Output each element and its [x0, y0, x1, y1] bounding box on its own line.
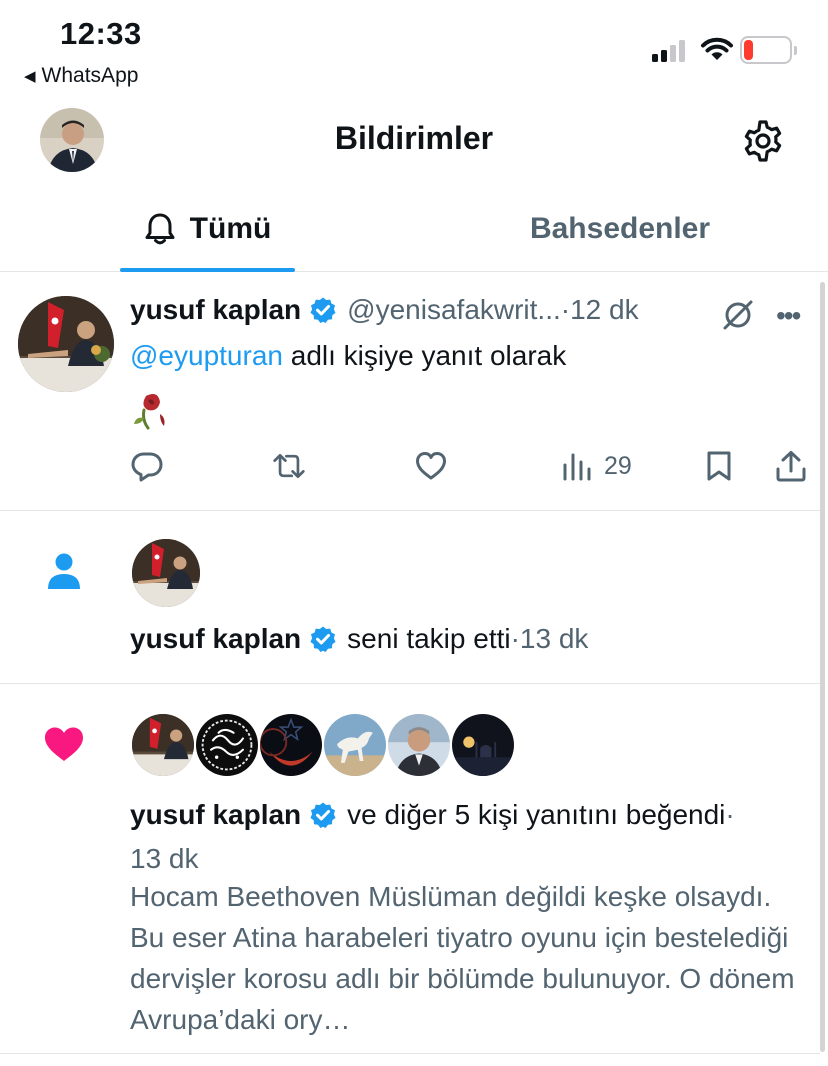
follow-time: 13 dk [519, 623, 589, 654]
follow-text-line: yusuf kaplan seni takip etti · 13 dk [130, 623, 588, 655]
author-name[interactable]: yusuf kaplan [130, 294, 301, 326]
liker-avatar[interactable] [386, 712, 452, 778]
bookmark-button[interactable] [702, 444, 736, 488]
follow-text: seni takip etti [347, 623, 511, 654]
reply-icon [131, 452, 163, 482]
like-time: 13 dk [130, 843, 199, 874]
page-title: Bildirimler [334, 120, 494, 156]
tweet-time: 12 dk [570, 294, 639, 325]
heart-filled-icon [45, 727, 83, 761]
header: Bildirimler [0, 96, 828, 186]
like-text: ve diğer 5 kişi yanıtını beğendi [347, 799, 726, 830]
share-icon [776, 451, 806, 482]
follower-avatar[interactable] [132, 539, 200, 607]
verified-badge-icon [310, 297, 336, 323]
more-options-icon[interactable]: ••• [776, 300, 801, 332]
back-to-app-link[interactable]: ◀ WhatsApp [24, 64, 138, 88]
views-count: 29 [604, 451, 632, 480]
tab-all-label: Tümü [189, 212, 272, 245]
liker-avatar[interactable] [450, 712, 516, 778]
tab-mentions[interactable]: Bahsedenler [490, 186, 750, 272]
reply-context: @eyupturan adlı kişiye yanıt olarak [130, 340, 566, 372]
notification-like[interactable]: yusuf kaplan ve diğer 5 kişi yanıtını be… [0, 684, 820, 1054]
tweet-header: yusuf kaplan @yenisafakwrit... · 12 dk [130, 294, 639, 326]
separator-dot: · [725, 799, 735, 830]
tweet-actions: 29 [0, 444, 820, 488]
retweet-icon [273, 453, 305, 479]
notification-tabs: Tümü Bahsedenler [0, 186, 828, 272]
bookmark-icon [707, 451, 731, 481]
notification-follow[interactable]: yusuf kaplan seni takip etti · 13 dk [0, 511, 820, 684]
author-handle[interactable]: @yenisafakwrit... [347, 294, 561, 326]
reply-context-text: adlı kişiye yanıt olarak [282, 340, 567, 371]
person-icon [48, 553, 80, 589]
tab-all[interactable]: Tümü [120, 186, 295, 272]
share-button[interactable] [774, 444, 808, 488]
verified-badge-icon [310, 626, 336, 652]
separator-dot: · [560, 294, 571, 325]
like-text-line: yusuf kaplan ve diğer 5 kişi yanıtını be… [130, 799, 735, 831]
views-icon [563, 453, 591, 481]
liked-tweet-text[interactable]: Hocam Beethoven Müslüman değildi keşke o… [130, 876, 810, 1040]
heart-icon [416, 452, 446, 480]
separator-dot: · [510, 623, 520, 654]
retweet-button[interactable] [272, 444, 306, 488]
tab-mentions-label: Bahsedenler [529, 212, 711, 245]
reply-button[interactable] [130, 444, 164, 488]
liker-avatar[interactable] [258, 712, 324, 778]
liker-avatar[interactable] [130, 712, 196, 778]
scrollbar[interactable] [820, 282, 825, 1052]
reply-mention-link[interactable]: @eyupturan [130, 340, 283, 371]
battery-indicator: 20 [740, 36, 797, 64]
follower-name[interactable]: yusuf kaplan [130, 623, 301, 655]
grok-icon[interactable] [718, 294, 758, 334]
back-triangle-icon: ◀ [24, 68, 36, 85]
gear-icon[interactable] [740, 118, 786, 164]
author-avatar[interactable] [18, 296, 114, 392]
liker-name[interactable]: yusuf kaplan [130, 799, 301, 831]
back-app-label: WhatsApp [41, 64, 139, 87]
verified-badge-icon [310, 802, 336, 828]
views-button[interactable]: 29 [560, 444, 632, 488]
notification-reply[interactable]: yusuf kaplan @yenisafakwrit... · 12 dk •… [0, 272, 820, 511]
wilted-rose-emoji [134, 394, 165, 430]
status-bar: 12:33 ◀ WhatsApp 20 [0, 0, 828, 96]
liker-avatar[interactable] [322, 712, 388, 778]
bell-icon [145, 213, 175, 245]
battery-percent: 20 [755, 39, 777, 60]
status-time: 12:33 [60, 16, 142, 51]
like-button[interactable] [414, 444, 448, 488]
cellular-signal-icon [652, 38, 692, 62]
wifi-icon [701, 37, 733, 60]
liker-avatar[interactable] [194, 712, 260, 778]
